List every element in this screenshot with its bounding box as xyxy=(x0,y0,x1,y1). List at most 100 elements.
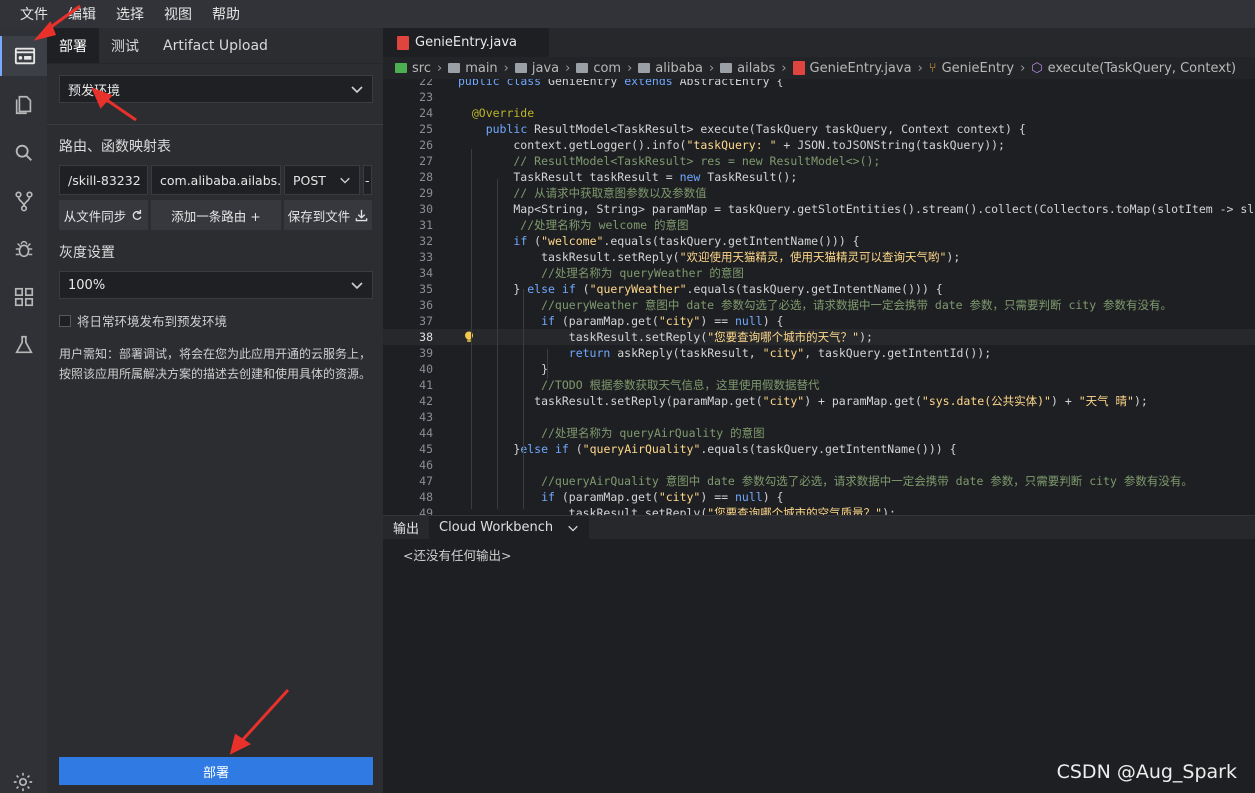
tab-deploy[interactable]: 部署 xyxy=(47,28,99,63)
code-text: @Override xyxy=(458,106,535,120)
line-number: 26 xyxy=(419,138,433,152)
route-handler-input[interactable]: com.alibaba.ailabs.( xyxy=(151,165,281,195)
breadcrumb-main[interactable]: main xyxy=(448,61,498,76)
environment-select[interactable]: 预发环境 xyxy=(59,75,373,103)
code-line[interactable]: 41 //TODO 根据参数获取天气信息，这里使用假数据替代 xyxy=(383,377,1255,393)
chevron-down-icon xyxy=(351,282,363,290)
code-line[interactable]: 23 xyxy=(383,89,1255,105)
breadcrumb-class[interactable]: ⑂ GenieEntry xyxy=(929,61,1014,76)
breadcrumb-src[interactable]: src xyxy=(395,61,431,76)
output-tabs: 输出 Cloud Workbench xyxy=(383,515,1255,539)
flask-test-icon[interactable] xyxy=(0,325,47,365)
menu-edit[interactable]: 编辑 xyxy=(68,4,96,24)
code-text: //处理名称为 queryAirQuality 的意图 xyxy=(458,426,765,440)
code-line[interactable]: 44 //处理名称为 queryAirQuality 的意图 xyxy=(383,425,1255,441)
publish-daily-to-pre-checkbox[interactable] xyxy=(59,314,71,327)
indent-guide xyxy=(497,179,498,509)
code-line[interactable]: 29 // 从请求中获取意图参数以及参数值 xyxy=(383,185,1255,201)
code-line[interactable]: 26 context.getLogger().info("taskQuery: … xyxy=(383,137,1255,153)
line-number: 32 xyxy=(419,234,433,248)
code-line[interactable]: 28 TaskResult taskResult = new TaskResul… xyxy=(383,169,1255,185)
code-line[interactable]: 46 xyxy=(383,457,1255,473)
code-line[interactable]: 40 } xyxy=(383,361,1255,377)
code-line[interactable]: 24 @Override xyxy=(383,105,1255,121)
menu-help[interactable]: 帮助 xyxy=(212,4,240,24)
method-cube-icon: ⬡ xyxy=(1031,60,1043,76)
line-number: 42 xyxy=(419,394,433,408)
code-line[interactable]: 34 //处理名称为 queryWeather 的意图 xyxy=(383,265,1255,281)
code-line[interactable]: 45 }else if ("queryAirQuality".equals(ta… xyxy=(383,441,1255,457)
indent-guide xyxy=(523,289,524,509)
code-line[interactable]: 30 Map<String, String> paramMap = taskQu… xyxy=(383,201,1255,217)
deploy-icon[interactable] xyxy=(0,36,47,76)
code-line[interactable]: 38 taskResult.setReply("您要查询哪个城市的天气？"); xyxy=(383,329,1255,345)
code-line[interactable]: 43 xyxy=(383,409,1255,425)
deploy-button[interactable]: 部署 xyxy=(59,757,373,785)
gray-percentage-select[interactable]: 100% xyxy=(59,271,373,299)
menu-view[interactable]: 视图 xyxy=(164,4,192,24)
line-number: 31 xyxy=(419,218,433,232)
code-line[interactable]: 25 public ResultModel<TaskResult> execut… xyxy=(383,121,1255,137)
route-method-select[interactable]: POST xyxy=(284,165,360,195)
folder-icon xyxy=(638,63,651,73)
code-line[interactable]: 31 //处理名称为 welcome 的意图 xyxy=(383,217,1255,233)
code-line[interactable]: 36 //queryWeather 意图中 date 参数勾选了必选，请求数据中… xyxy=(383,297,1255,313)
breadcrumb-method[interactable]: ⬡ execute(TaskQuery, Context) xyxy=(1031,61,1236,76)
code-line[interactable]: 22 public class GenieEntry extends Abstra… xyxy=(383,79,1255,89)
sync-from-file-label: 从文件同步 xyxy=(63,208,127,224)
tab-artifact-upload[interactable]: Artifact Upload xyxy=(151,28,280,63)
menu-file[interactable]: 文件 xyxy=(20,4,48,24)
breadcrumb-ailabs[interactable]: ailabs xyxy=(720,61,775,76)
code-line[interactable]: 39 return askReply(taskResult, "city", t… xyxy=(383,345,1255,361)
breadcrumb-com[interactable]: com xyxy=(576,61,621,76)
code-line[interactable]: 47 //queryAirQuality 意图中 date 参数勾选了必选，请求… xyxy=(383,473,1255,489)
breadcrumb-file[interactable]: GenieEntry.java xyxy=(792,61,912,76)
route-path-input[interactable]: /skill-83232 xyxy=(59,165,148,195)
gray-release-title: 灰度设置 xyxy=(59,245,115,261)
debug-bug-icon[interactable] xyxy=(0,229,47,269)
code-line[interactable]: 32 if ("welcome".equals(taskQuery.getInt… xyxy=(383,233,1255,249)
save-to-file-button[interactable]: 保存到文件 xyxy=(284,200,372,230)
gray-percentage-value: 100% xyxy=(68,277,106,293)
tab-output[interactable]: 输出 xyxy=(383,516,429,539)
save-to-file-label: 保存到文件 xyxy=(287,208,351,224)
java-file-icon xyxy=(397,35,409,50)
editor-tab-genieentry[interactable]: GenieEntry.java xyxy=(383,28,550,57)
git-branch-icon[interactable] xyxy=(0,181,47,221)
sync-from-file-button[interactable]: 从文件同步 xyxy=(59,200,148,230)
route-remove-button[interactable]: - xyxy=(363,165,372,195)
tab-cloud-workbench[interactable]: Cloud Workbench xyxy=(429,516,590,539)
add-route-button[interactable]: 添加一条路由 + xyxy=(151,200,281,230)
lightbulb-hint-icon[interactable] xyxy=(464,331,474,343)
code-area[interactable]: 22 public class GenieEntry extends Abstra… xyxy=(383,79,1255,515)
line-number: 44 xyxy=(419,426,433,440)
extensions-grid-icon[interactable] xyxy=(0,277,47,317)
code-text: //处理名称为 welcome 的意图 xyxy=(458,218,689,232)
code-line[interactable]: 35 } else if ("queryWeather".equals(task… xyxy=(383,281,1255,297)
search-icon[interactable] xyxy=(0,133,47,173)
output-panel: <还没有任何输出> xyxy=(383,539,1255,793)
code-line[interactable]: 42 taskResult.setReply(paramMap.get("cit… xyxy=(383,393,1255,409)
breadcrumb: src › main › java › com › alibaba › ailabs › G… xyxy=(383,57,1255,79)
refresh-icon xyxy=(132,209,142,220)
tab-test[interactable]: 测试 xyxy=(99,28,151,63)
line-number: 27 xyxy=(419,154,433,168)
code-line[interactable]: 33 taskResult.setReply("欢迎使用天猫精灵，使用天猫精灵可… xyxy=(383,249,1255,265)
code-line[interactable]: 27 // ResultModel<TaskResult> res = new … xyxy=(383,153,1255,169)
publish-daily-to-pre-checkbox-row[interactable]: 将日常环境发布到预发环境 xyxy=(59,311,227,330)
files-icon[interactable] xyxy=(0,85,47,125)
settings-gear-icon[interactable] xyxy=(12,771,34,793)
breadcrumb-alibaba[interactable]: alibaba xyxy=(638,61,703,76)
code-text: //queryWeather 意图中 date 参数勾选了必选，请求数据中一定会… xyxy=(458,298,1173,312)
menu-select[interactable]: 选择 xyxy=(116,4,144,24)
code-text: // ResultModel<TaskResult> res = new Res… xyxy=(458,154,881,168)
folder-icon xyxy=(720,63,733,73)
code-line[interactable]: 49 taskResult.setReply("您要查询哪个城市的空气质量？")… xyxy=(383,505,1255,515)
route-actions: 从文件同步 添加一条路由 + 保存到文件 xyxy=(59,200,377,230)
code-line[interactable]: 37 if (paramMap.get("city") == null) { xyxy=(383,313,1255,329)
breadcrumb-java[interactable]: java xyxy=(514,61,559,76)
folder-icon xyxy=(576,63,589,73)
code-text: taskResult.setReply("您要查询哪个城市的天气？"); xyxy=(458,330,873,344)
download-icon xyxy=(355,209,368,221)
code-line[interactable]: 48 if (paramMap.get("city") == null) { xyxy=(383,489,1255,505)
